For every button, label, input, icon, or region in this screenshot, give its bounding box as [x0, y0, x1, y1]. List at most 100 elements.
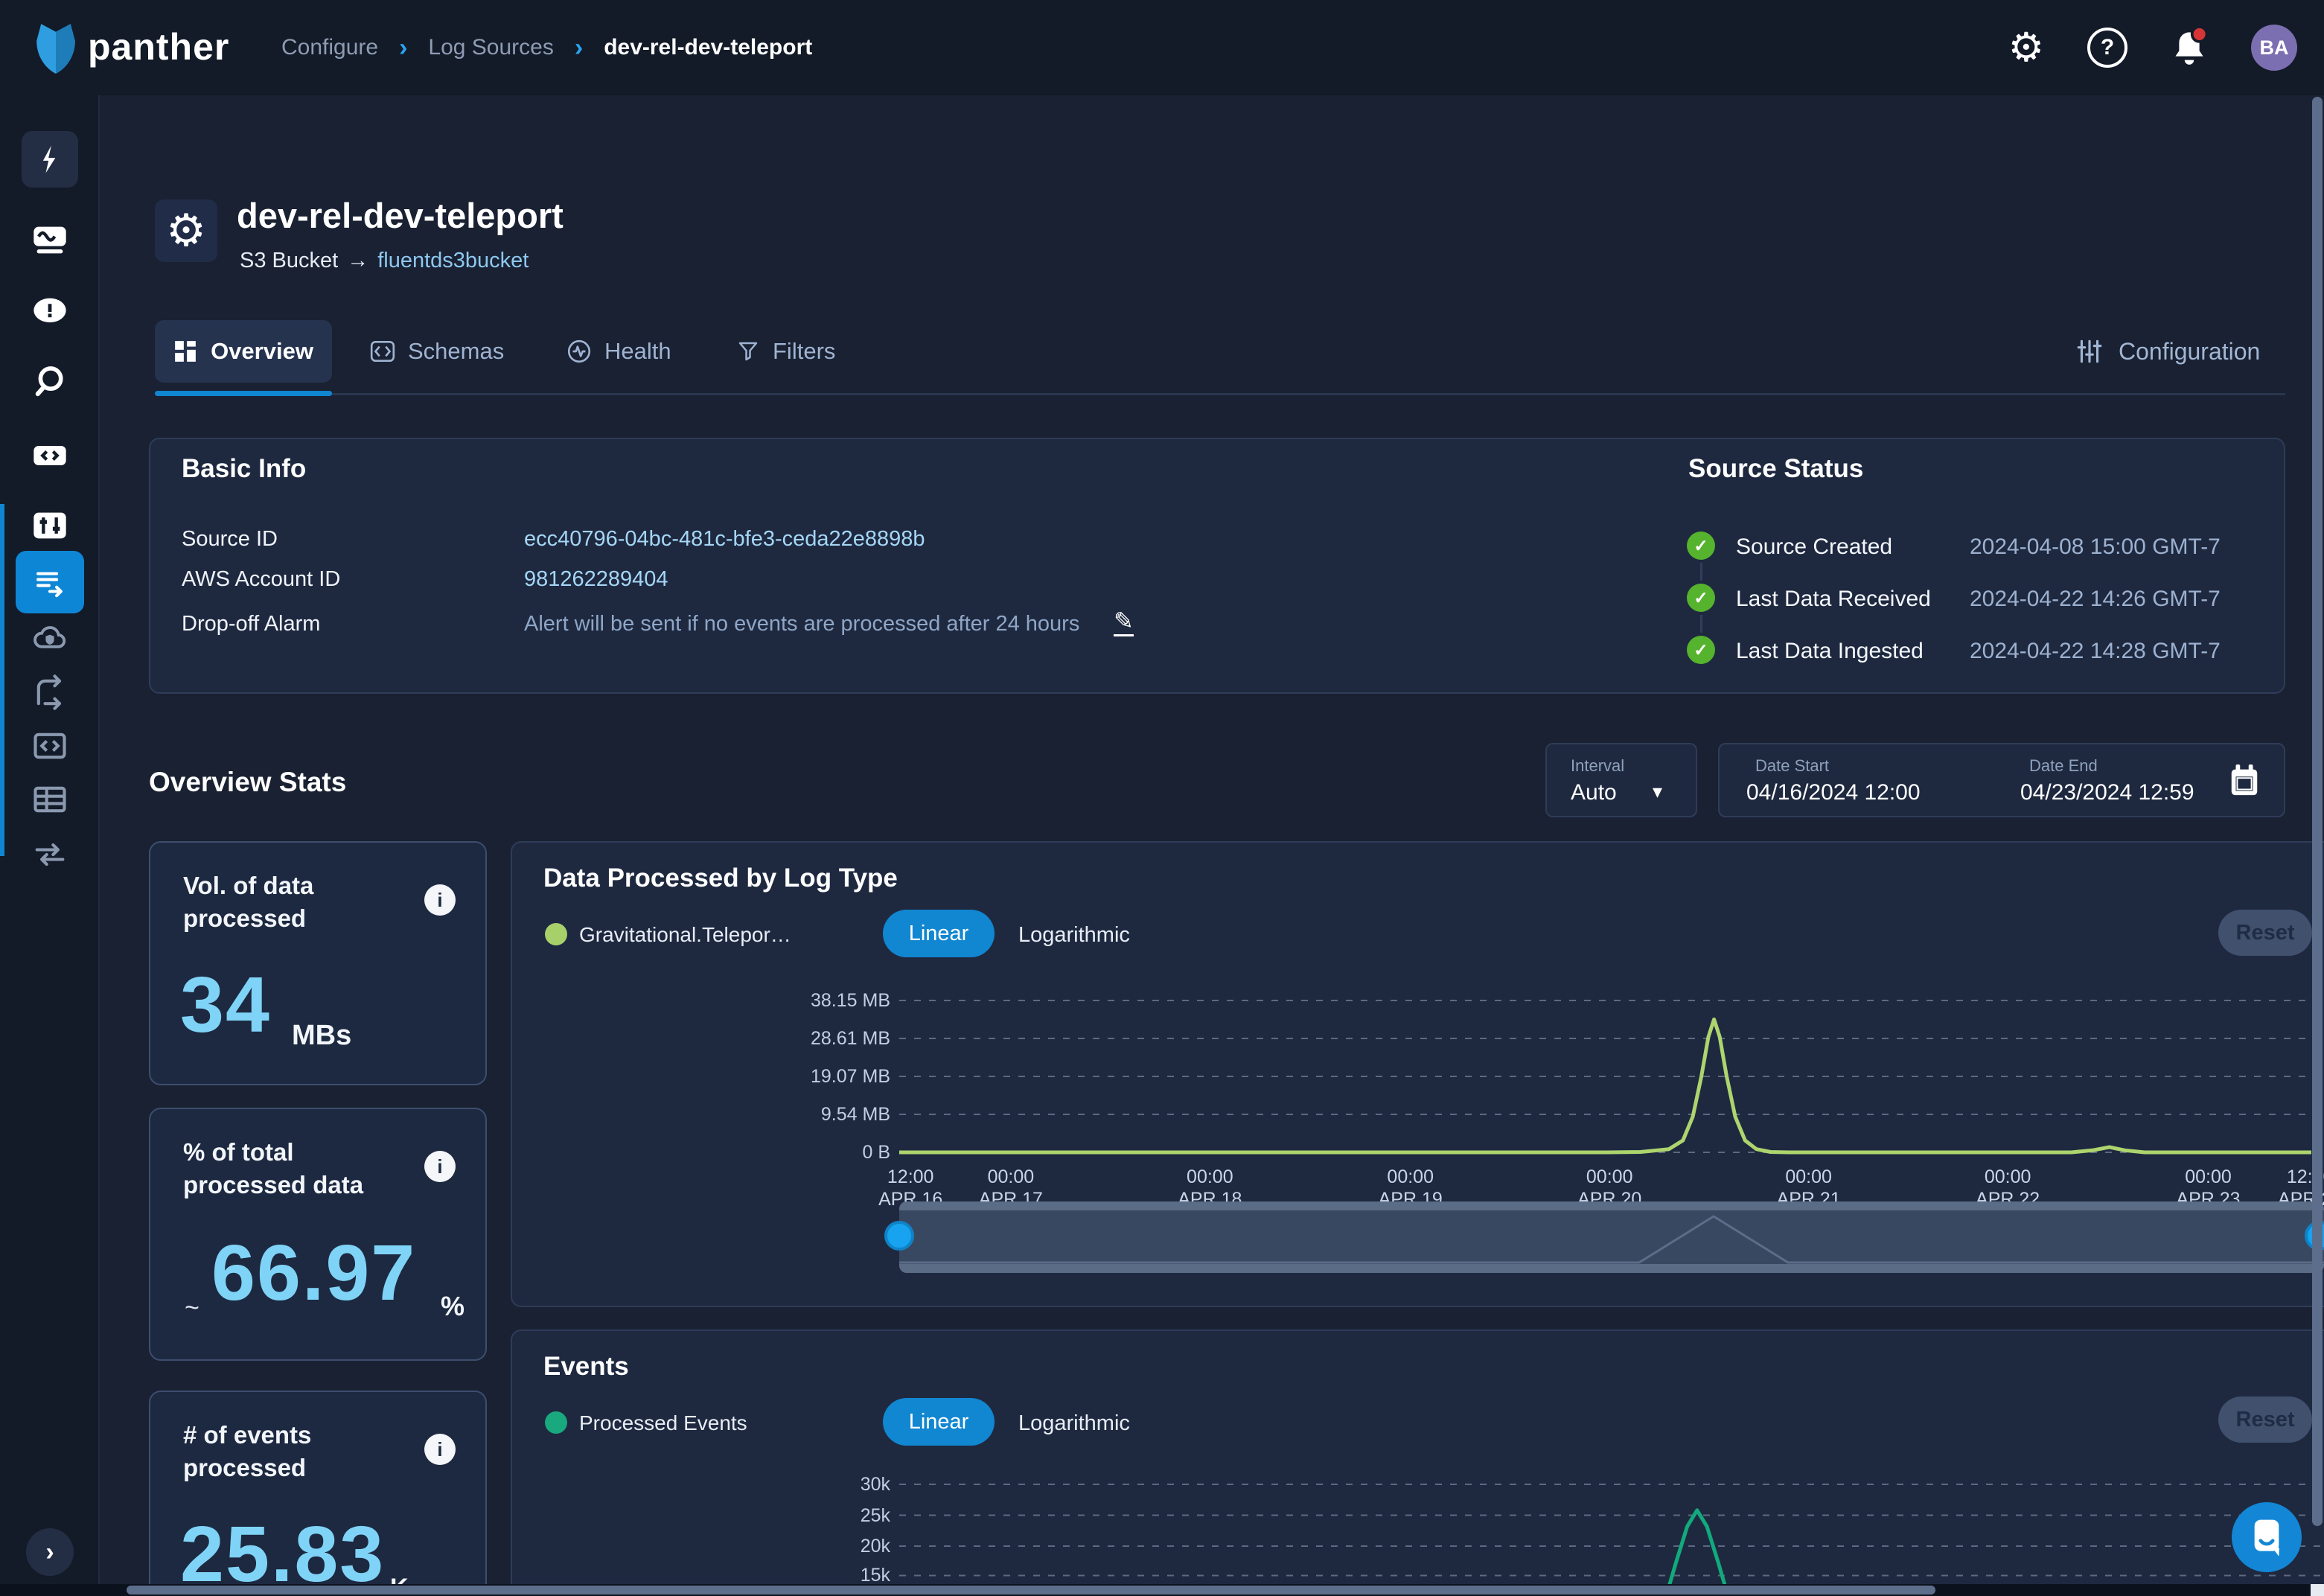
chat-bubble-button[interactable] — [2232, 1502, 2302, 1572]
sidebar-item-sliders[interactable] — [0, 506, 100, 545]
sidebar-item-pipeline[interactable] — [0, 835, 100, 874]
tabs-divider — [155, 393, 2285, 395]
date-start-label: Date Start — [1755, 756, 1829, 776]
status-source-created-value: 2024-04-08 15:00 GMT-7 — [1970, 534, 2221, 560]
chevron-right-icon: › — [575, 33, 583, 63]
sidebar-item-schemas[interactable] — [0, 727, 100, 765]
tab-health[interactable]: Health — [566, 320, 671, 383]
chart1-plot[interactable] — [899, 990, 2324, 1163]
alert-icon — [31, 292, 69, 331]
chart1-title: Data Processed by Log Type — [543, 864, 898, 893]
date-start-value[interactable]: 04/16/2024 12:00 — [1746, 780, 1921, 805]
stat-card-percent: % of totalprocessed data i ~ 66.97 % — [149, 1108, 487, 1361]
source-status-title: Source Status — [1688, 454, 1863, 484]
sidebar-item-log-sources[interactable] — [0, 551, 100, 613]
breadcrumb-log-sources[interactable]: Log Sources — [428, 35, 553, 60]
chart1-legend-label[interactable]: Gravitational.Telepor… — [579, 923, 791, 947]
chevron-down-icon: ▾ — [1653, 780, 1662, 803]
chart1-logarithmic-toggle[interactable]: Logarithmic — [1018, 923, 1130, 948]
y-axis-tick-label: 19.07 MB — [759, 1065, 890, 1088]
stat-volume-unit: MBs — [292, 1020, 351, 1052]
filter-funnel-icon — [735, 339, 761, 364]
tab-overview[interactable]: Overview — [155, 320, 332, 383]
top-bar: panther Configure › Log Sources › dev-re… — [0, 0, 2324, 95]
calendar-icon[interactable] — [2227, 762, 2261, 799]
status-last-received-label: Last Data Received — [1736, 587, 1931, 612]
sidebar-item-bolt[interactable] — [0, 131, 100, 188]
chart1-reset-button[interactable]: Reset — [2218, 910, 2312, 956]
sidebar-expand-button[interactable]: › — [26, 1528, 74, 1576]
date-end-value[interactable]: 04/23/2024 12:59 — [2020, 780, 2194, 805]
avatar[interactable]: BA — [2251, 25, 2297, 71]
edit-pencil-icon[interactable]: ✎ — [1114, 609, 1134, 636]
sidebar-item-tables[interactable] — [0, 780, 100, 819]
chart1-brush-handle-left[interactable] — [884, 1221, 914, 1251]
stat-events-title: # of eventsprocessed — [183, 1419, 311, 1484]
chart2-reset-button[interactable]: Reset — [2218, 1396, 2312, 1443]
interval-label: Interval — [1571, 756, 1624, 776]
chart2-plot[interactable] — [899, 1459, 2324, 1596]
status-last-ingested-value: 2024-04-22 14:28 GMT-7 — [1970, 639, 2221, 664]
stat-volume-value: 34 — [180, 960, 271, 1050]
panther-logo-icon[interactable] — [28, 19, 83, 76]
configuration-sliders-icon — [2075, 337, 2104, 366]
drop-off-alarm-label: Drop-off Alarm — [182, 612, 320, 636]
info-icon[interactable]: i — [424, 884, 456, 916]
vertical-scrollbar[interactable] — [2312, 97, 2323, 1526]
status-source-created-label: Source Created — [1736, 534, 1892, 560]
bucket-link[interactable]: fluentds3bucket — [377, 249, 529, 273]
help-icon[interactable]: ? — [2087, 28, 2127, 68]
check-icon: ✓ — [1687, 584, 1715, 612]
breadcrumb-configure[interactable]: Configure — [281, 35, 378, 60]
status-connector — [1700, 563, 1702, 581]
search-icon — [31, 363, 69, 402]
settings-gear-icon[interactable]: ⚙ — [2008, 28, 2044, 68]
chevron-right-icon: › — [45, 1538, 54, 1567]
table-icon — [31, 780, 69, 819]
pipeline-icon — [31, 835, 69, 874]
date-range-picker[interactable]: Date Start 04/16/2024 12:00 Date End 04/… — [1718, 743, 2285, 817]
sidebar-item-integrations[interactable] — [0, 673, 100, 712]
chart1-linear-toggle[interactable]: Linear — [883, 910, 995, 957]
tab-schemas-label: Schemas — [408, 338, 504, 365]
panther-app: panther Configure › Log Sources › dev-re… — [0, 0, 2324, 1596]
sidebar-item-monitor[interactable] — [0, 220, 100, 259]
page-title: dev-rel-dev-teleport — [237, 195, 564, 236]
tab-schemas[interactable]: Schemas — [369, 320, 504, 383]
sidebar-item-code[interactable] — [0, 436, 100, 475]
sidebar-item-alerts[interactable] — [0, 292, 100, 331]
top-bar-actions: ⚙ ? BA — [2008, 0, 2297, 95]
info-icon[interactable]: i — [424, 1434, 456, 1465]
chart2-linear-toggle[interactable]: Linear — [883, 1398, 995, 1446]
source-id-value: ecc40796-04bc-481c-bfe3-ceda22e8898b — [524, 527, 925, 552]
tab-filters[interactable]: Filters — [735, 320, 835, 383]
info-icon[interactable]: i — [424, 1151, 456, 1182]
chart2-legend-label[interactable]: Processed Events — [579, 1411, 747, 1435]
basic-info-panel — [149, 438, 2285, 694]
configuration-link[interactable]: Configuration — [2075, 320, 2260, 383]
y-axis-tick-label: 15k — [759, 1564, 890, 1586]
chart2-title: Events — [543, 1352, 629, 1382]
horizontal-scrollbar[interactable] — [127, 1586, 1935, 1595]
activity-monitor-icon — [31, 220, 69, 259]
code-icon — [31, 436, 69, 475]
scrollbar-corner — [2311, 1584, 2324, 1596]
aws-account-id-label: AWS Account ID — [182, 567, 340, 592]
chart2-legend-dot — [545, 1411, 567, 1434]
chart1-brush-selection[interactable] — [899, 1210, 2324, 1264]
chart2-logarithmic-toggle[interactable]: Logarithmic — [1018, 1411, 1130, 1436]
health-pulse-icon — [566, 338, 593, 365]
brand-wordmark[interactable]: panther — [88, 25, 229, 68]
stat-volume-title: Vol. of dataprocessed — [183, 869, 313, 935]
tab-overview-label: Overview — [211, 338, 313, 365]
stat-card-volume: Vol. of dataprocessed i 34 MBs — [149, 841, 487, 1085]
sidebar-item-cloud-security[interactable] — [0, 619, 100, 658]
series-line — [899, 1019, 2311, 1152]
notifications-bell-icon[interactable] — [2171, 27, 2208, 69]
y-axis-tick-label: 0 B — [759, 1141, 890, 1164]
interval-select[interactable]: Interval Auto ▾ — [1545, 743, 1697, 817]
sidebar-item-search[interactable] — [0, 363, 100, 402]
date-end-label: Date End — [2029, 756, 2098, 776]
drop-off-alarm-value: Alert will be sent if no events are proc… — [524, 612, 1079, 636]
cloud-shield-icon — [31, 619, 69, 658]
